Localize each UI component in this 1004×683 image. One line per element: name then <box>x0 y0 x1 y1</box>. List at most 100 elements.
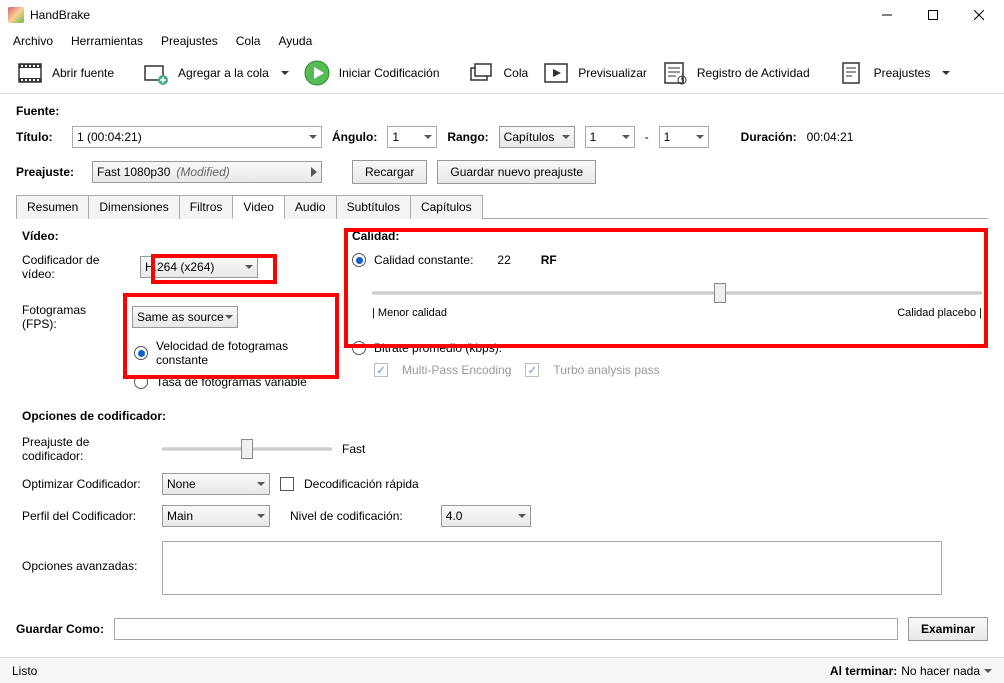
add-queue-button[interactable]: Agregar a la cola <box>136 55 295 91</box>
encoder-options-heading: Opciones de codificador: <box>22 409 982 423</box>
preset-select[interactable]: Fast 1080p30 (Modified) <box>92 161 322 183</box>
quality-low-label: | Menor calidad <box>372 307 447 319</box>
save-preset-button[interactable]: Guardar nuevo preajuste <box>437 160 596 184</box>
angle-label: Ángulo: <box>332 130 377 144</box>
turbo-checkbox <box>525 363 539 377</box>
window-title: HandBrake <box>30 8 864 22</box>
fps-label: Fotogramas (FPS): <box>22 303 124 331</box>
reload-preset-button[interactable]: Recargar <box>352 160 427 184</box>
encoder-preset-slider[interactable] <box>162 441 332 457</box>
presets-button[interactable]: Preajustes <box>832 55 957 91</box>
cfr-radio-row[interactable]: Velocidad de fotogramas constante <box>134 339 332 367</box>
tab-video[interactable]: Video <box>232 195 284 219</box>
preset-label: Preajuste: <box>16 165 82 179</box>
when-done-label: Al terminar: <box>830 664 897 678</box>
title-select[interactable]: 1 (00:04:21) <box>72 126 322 148</box>
encoder-profile-label: Perfil del Codificador: <box>22 509 152 523</box>
multipass-label: Multi-Pass Encoding <box>402 363 511 377</box>
queue-label: Cola <box>504 66 529 80</box>
tab-capitulos[interactable]: Capítulos <box>410 195 483 219</box>
encoder-preset-value: Fast <box>342 442 365 456</box>
source-label: Fuente: <box>16 104 59 118</box>
encoder-preset-label: Preajuste de codificador: <box>22 435 152 463</box>
quality-heading: Calidad: <box>352 229 982 243</box>
fast-decode-label: Decodificación rápida <box>304 477 419 491</box>
encoder-level-select[interactable]: 4.0 <box>441 505 531 527</box>
preview-button[interactable]: Previsualizar <box>536 55 653 91</box>
adv-options-input[interactable] <box>162 541 942 595</box>
save-row: Guardar Como: Examinar <box>0 607 1004 651</box>
play-icon <box>303 59 331 87</box>
abr-label: Bitrate promedio (kbps): <box>374 341 502 355</box>
menu-cola[interactable]: Cola <box>227 32 270 50</box>
cq-value: 22 <box>497 253 510 267</box>
cfr-radio[interactable] <box>134 346 148 360</box>
start-encode-label: Iniciar Codificación <box>339 66 440 80</box>
chevron-right-icon <box>311 167 317 177</box>
angle-select[interactable]: 1 <box>387 126 437 148</box>
app-icon <box>8 7 24 23</box>
preview-label: Previsualizar <box>578 66 647 80</box>
range-type-select[interactable]: Capítulos <box>499 126 575 148</box>
menu-ayuda[interactable]: Ayuda <box>269 32 321 50</box>
range-from-select[interactable]: 1 <box>585 126 635 148</box>
adv-options-label: Opciones avanzadas: <box>22 559 152 573</box>
turbo-label: Turbo analysis pass <box>553 363 659 377</box>
maximize-button[interactable] <box>910 0 956 30</box>
chevron-down-icon <box>281 71 289 79</box>
menu-preajustes[interactable]: Preajustes <box>152 32 227 50</box>
range-separator: - <box>645 130 649 144</box>
vfr-radio-row[interactable]: Tasa de fotogramas variable <box>134 375 332 389</box>
title-label: Título: <box>16 130 62 144</box>
main-content: Fuente: Título: 1 (00:04:21) Ángulo: 1 R… <box>0 94 1004 595</box>
range-to-select[interactable]: 1 <box>659 126 709 148</box>
duration-label: Duración: <box>741 130 797 144</box>
save-path-input[interactable] <box>114 618 898 640</box>
multipass-checkbox <box>374 363 388 377</box>
codec-select[interactable]: H.264 (x264) <box>140 256 258 278</box>
tab-resumen[interactable]: Resumen <box>16 195 89 219</box>
open-source-button[interactable]: Abrir fuente <box>10 55 120 91</box>
activity-log-button[interactable]: Registro de Actividad <box>655 55 816 91</box>
fps-select[interactable]: Same as source <box>132 306 238 328</box>
start-encode-button[interactable]: Iniciar Codificación <box>297 55 446 91</box>
codec-label: Codificador de vídeo: <box>22 253 132 281</box>
save-as-label: Guardar Como: <box>16 622 104 636</box>
add-queue-label: Agregar a la cola <box>178 66 269 80</box>
cfr-label: Velocidad de fotogramas constante <box>156 339 332 367</box>
open-source-label: Abrir fuente <box>52 66 114 80</box>
encoder-tune-select[interactable]: None <box>162 473 270 495</box>
abr-radio[interactable] <box>352 341 366 355</box>
activity-icon <box>661 59 689 87</box>
toolbar: Abrir fuente Agregar a la cola Iniciar C… <box>0 52 1004 94</box>
quality-slider[interactable] <box>372 285 982 301</box>
encoder-profile-select[interactable]: Main <box>162 505 270 527</box>
tab-audio[interactable]: Audio <box>284 195 337 219</box>
cq-label: Calidad constante: <box>374 253 473 267</box>
browse-button[interactable]: Examinar <box>908 617 988 641</box>
tab-dimensiones[interactable]: Dimensiones <box>88 195 179 219</box>
when-done-dropdown[interactable]: Al terminar: No hacer nada <box>830 664 992 678</box>
presets-icon <box>838 59 866 87</box>
when-done-value: No hacer nada <box>901 664 980 678</box>
fast-decode-checkbox[interactable] <box>280 477 294 491</box>
close-button[interactable] <box>956 0 1002 30</box>
video-heading: Vídeo: <box>22 229 332 243</box>
duration-value: 00:04:21 <box>807 130 854 144</box>
abr-radio-row[interactable]: Bitrate promedio (kbps): <box>352 341 982 355</box>
queue-button[interactable]: Cola <box>462 55 535 91</box>
cq-radio[interactable] <box>352 253 366 267</box>
menu-archivo[interactable]: Archivo <box>4 32 62 50</box>
minimize-button[interactable] <box>864 0 910 30</box>
add-queue-icon <box>142 59 170 87</box>
cq-radio-row[interactable]: Calidad constante: 22 RF <box>352 253 982 267</box>
presets-label: Preajustes <box>874 66 931 80</box>
menu-herramientas[interactable]: Herramientas <box>62 32 152 50</box>
tab-subtitulos[interactable]: Subtítulos <box>336 195 411 219</box>
queue-icon <box>468 59 496 87</box>
film-icon <box>16 59 44 87</box>
encoder-tune-label: Optimizar Codificador: <box>22 477 152 491</box>
vfr-radio[interactable] <box>134 375 148 389</box>
quality-high-label: Calidad placebo | <box>897 307 982 319</box>
tab-filtros[interactable]: Filtros <box>179 195 234 219</box>
